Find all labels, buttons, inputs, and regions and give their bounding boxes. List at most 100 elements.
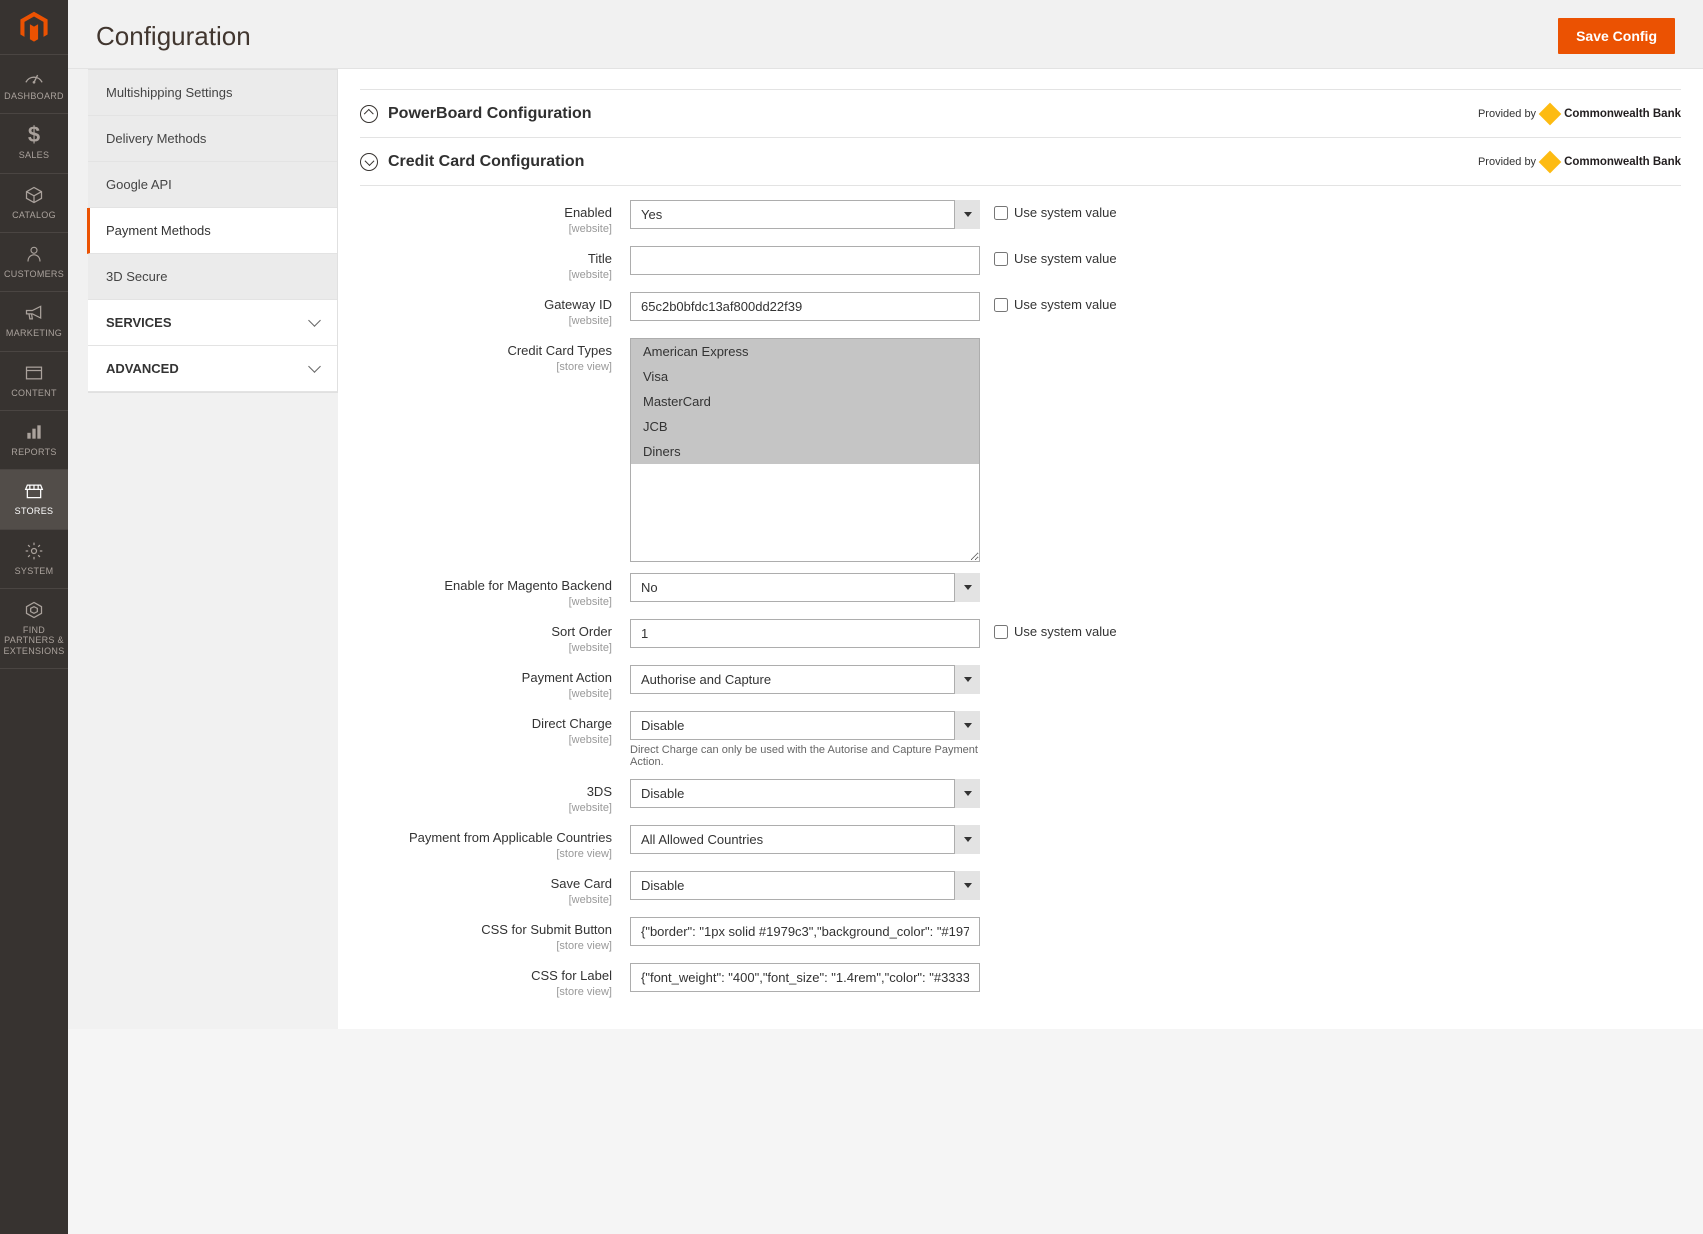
field-title: Title [website] Use system value [360, 246, 1681, 281]
enabled-select[interactable]: Yes [630, 200, 980, 229]
use-system-checkbox[interactable] [994, 206, 1008, 220]
config-group-label: SERVICES [106, 315, 172, 330]
expand-icon[interactable] [360, 105, 378, 123]
sidebar-item-marketing[interactable]: MARKETING [0, 292, 68, 351]
config-tab-multishipping[interactable]: Multishipping Settings [88, 70, 337, 116]
use-system-checkbox[interactable] [994, 252, 1008, 266]
option-amex[interactable]: American Express [631, 339, 979, 364]
sidebar-label: STORES [15, 506, 54, 516]
sidebar-item-system[interactable]: SYSTEM [0, 530, 68, 589]
option-jcb[interactable]: JCB [631, 414, 979, 439]
direct-charge-select[interactable]: Disable [630, 711, 980, 740]
field-scope: [website] [569, 894, 612, 906]
field-scope: [store view] [556, 986, 612, 998]
save-config-button[interactable]: Save Config [1558, 18, 1675, 54]
field-label: Enabled [360, 205, 612, 220]
sidebar-item-catalog[interactable]: CATALOG [0, 174, 68, 233]
payment-action-select[interactable]: Authorise and Capture [630, 665, 980, 694]
gateway-id-input[interactable] [630, 292, 980, 321]
gear-icon [24, 540, 44, 562]
applicable-countries-select[interactable]: All Allowed Countries [630, 825, 980, 854]
field-label: Direct Charge [360, 716, 612, 731]
field-css-label: CSS for Label [store view] [360, 963, 1681, 998]
option-mastercard[interactable]: MasterCard [631, 389, 979, 414]
sidebar-label: REPORTS [11, 447, 56, 457]
section-powerboard[interactable]: PowerBoard Configuration Provided by Com… [360, 90, 1681, 138]
config-nav: Multishipping Settings Delivery Methods … [68, 69, 338, 1029]
sidebar-item-customers[interactable]: CUSTOMERS [0, 233, 68, 292]
commonwealth-bank-logo: Commonwealth Bank [1542, 106, 1681, 122]
field-direct-charge: Direct Charge [website] Disable Direct C… [360, 711, 1681, 768]
save-card-select[interactable]: Disable [630, 871, 980, 900]
css-submit-input[interactable] [630, 917, 980, 946]
css-label-input[interactable] [630, 963, 980, 992]
field-scope: [website] [569, 269, 612, 281]
config-tab-3d-secure[interactable]: 3D Secure [88, 254, 337, 300]
collapse-icon[interactable] [360, 153, 378, 171]
section-title: PowerBoard Configuration [388, 105, 592, 123]
sidebar-label: SALES [19, 150, 50, 160]
content-icon [24, 362, 44, 384]
page-header: Configuration Save Config [68, 0, 1703, 69]
config-group-advanced[interactable]: ADVANCED [88, 346, 337, 392]
option-diners[interactable]: Diners [631, 439, 979, 464]
title-input[interactable] [630, 246, 980, 275]
provided-by: Provided by Commonwealth Bank [1478, 154, 1681, 170]
field-scope: [website] [569, 642, 612, 654]
card-types-multiselect[interactable]: American Express Visa MasterCard JCB Din… [630, 338, 980, 562]
field-sort-order: Sort Order [website] Use system value [360, 619, 1681, 654]
field-label: Enable for Magento Backend [360, 578, 612, 593]
field-label: Sort Order [360, 624, 612, 639]
provided-by: Provided by Commonwealth Bank [1478, 106, 1681, 122]
field-card-types: Credit Card Types [store view] American … [360, 338, 1681, 562]
use-system-checkbox[interactable] [994, 625, 1008, 639]
field-label: Title [360, 251, 612, 266]
field-gateway-id: Gateway ID [website] Use system value [360, 292, 1681, 327]
sidebar-item-content[interactable]: CONTENT [0, 352, 68, 411]
config-group-services[interactable]: SERVICES [88, 300, 337, 346]
field-scope: [store view] [556, 361, 612, 373]
sort-order-input[interactable] [630, 619, 980, 648]
sidebar-item-reports[interactable]: REPORTS [0, 411, 68, 470]
field-enabled: Enabled [website] Yes Use system value [360, 200, 1681, 235]
sidebar-item-partners[interactable]: FIND PARTNERS & EXTENSIONS [0, 589, 68, 669]
sidebar-label: SYSTEM [15, 566, 54, 576]
field-scope: [store view] [556, 940, 612, 952]
three-ds-select[interactable]: Disable [630, 779, 980, 808]
sidebar-label: CATALOG [12, 210, 56, 220]
option-visa[interactable]: Visa [631, 364, 979, 389]
field-scope: [website] [569, 802, 612, 814]
config-tab-google-api[interactable]: Google API [88, 162, 337, 208]
use-system-label: Use system value [1014, 624, 1117, 639]
section-credit-card[interactable]: Credit Card Configuration Provided by Co… [360, 138, 1681, 186]
field-payment-action: Payment Action [website] Authorise and C… [360, 665, 1681, 700]
field-3ds: 3DS [website] Disable [360, 779, 1681, 814]
field-label: CSS for Label [360, 968, 612, 983]
sidebar-label: CUSTOMERS [4, 269, 64, 279]
partners-icon [24, 599, 44, 621]
diamond-icon [1539, 103, 1562, 126]
sidebar-label: CONTENT [11, 388, 57, 398]
sidebar-item-stores[interactable]: STORES [0, 470, 68, 529]
backend-enable-select[interactable]: No [630, 573, 980, 602]
chevron-down-icon [310, 361, 319, 376]
config-group-label: ADVANCED [106, 361, 179, 376]
field-label: 3DS [360, 784, 612, 799]
dollar-icon: $ [28, 124, 40, 146]
field-save-card: Save Card [website] Disable [360, 871, 1681, 906]
config-tab-payment-methods[interactable]: Payment Methods [87, 208, 337, 254]
use-system-label: Use system value [1014, 297, 1117, 312]
stores-icon [24, 480, 44, 502]
magento-logo[interactable] [0, 0, 68, 55]
dashboard-icon [23, 65, 45, 87]
field-scope: [website] [569, 688, 612, 700]
use-system-checkbox[interactable] [994, 298, 1008, 312]
config-tab-delivery-methods[interactable]: Delivery Methods [88, 116, 337, 162]
field-scope: [store view] [556, 848, 612, 860]
sidebar-item-dashboard[interactable]: DASHBOARD [0, 55, 68, 114]
use-system-label: Use system value [1014, 205, 1117, 220]
field-label: Payment Action [360, 670, 612, 685]
field-backend-enable: Enable for Magento Backend [website] No [360, 573, 1681, 608]
sidebar-item-sales[interactable]: $ SALES [0, 114, 68, 173]
chevron-down-icon [310, 315, 319, 330]
